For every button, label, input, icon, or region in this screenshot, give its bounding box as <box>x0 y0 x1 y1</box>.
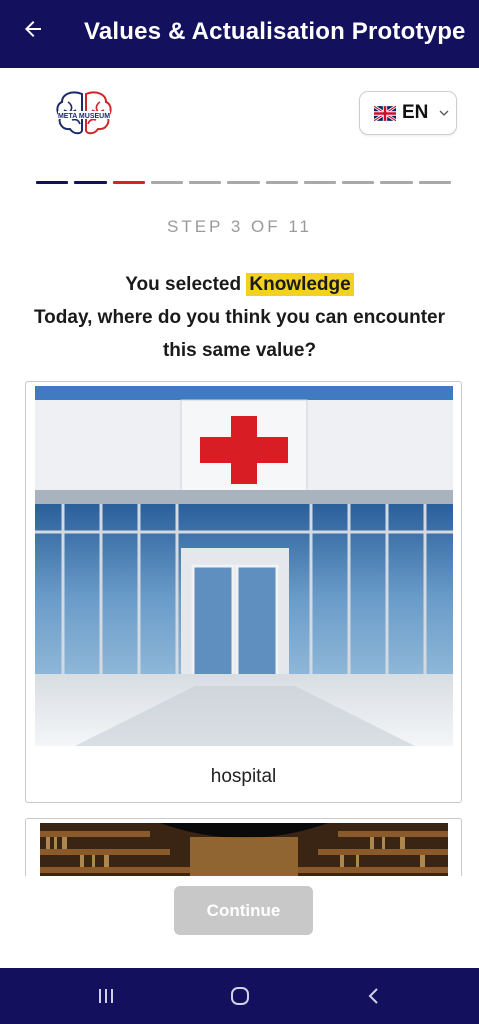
hospital-image <box>35 386 453 746</box>
selected-value-badge: Knowledge <box>246 273 354 296</box>
progress-segment <box>150 181 184 184</box>
progress-segment <box>380 181 413 184</box>
language-select[interactable]: EN <box>359 91 457 135</box>
system-back-button[interactable] <box>359 982 389 1010</box>
progress-segment <box>112 181 145 184</box>
progress-segment <box>36 181 69 184</box>
prompt-question: Today, where do you think you can encoun… <box>33 307 445 361</box>
app-title: Values & Actualisation Prototype <box>84 18 466 45</box>
step-indicator: STEP 3 OF 11 <box>167 217 312 236</box>
arrow-left-icon <box>25 21 41 37</box>
back-button[interactable] <box>16 12 50 46</box>
language-code: EN <box>402 102 429 123</box>
home-icon <box>231 987 249 1005</box>
option-label: hospital <box>210 766 277 787</box>
option-card-hospital[interactable]: hospital <box>25 381 462 803</box>
meta-museum-logo: META MUSEUM <box>52 88 116 140</box>
prompt-prefix: You selected <box>125 274 242 295</box>
library-image <box>40 823 448 876</box>
app-bar: Values & Actualisation Prototype <box>0 0 479 68</box>
progress-segment <box>189 181 222 184</box>
prompt-text: You selected Knowledge Today, where do y… <box>20 268 459 367</box>
progress-segment <box>342 181 375 184</box>
progress-segment <box>418 181 451 184</box>
recent-apps-icon <box>99 989 113 1003</box>
chevron-left-icon <box>368 988 378 1004</box>
chevron-down-icon <box>439 110 449 116</box>
step-progress <box>36 181 451 184</box>
recent-apps-button[interactable] <box>91 982 121 1010</box>
progress-segment <box>227 181 260 184</box>
progress-segment <box>74 181 107 184</box>
progress-segment <box>265 181 298 184</box>
progress-segment <box>303 181 337 184</box>
home-button[interactable] <box>225 982 255 1010</box>
svg-text:META MUSEUM: META MUSEUM <box>58 113 110 120</box>
option-card-library[interactable] <box>25 818 462 876</box>
uk-flag-icon <box>374 105 396 121</box>
continue-button[interactable]: Continue <box>174 886 313 935</box>
system-nav-bar <box>0 968 479 1024</box>
